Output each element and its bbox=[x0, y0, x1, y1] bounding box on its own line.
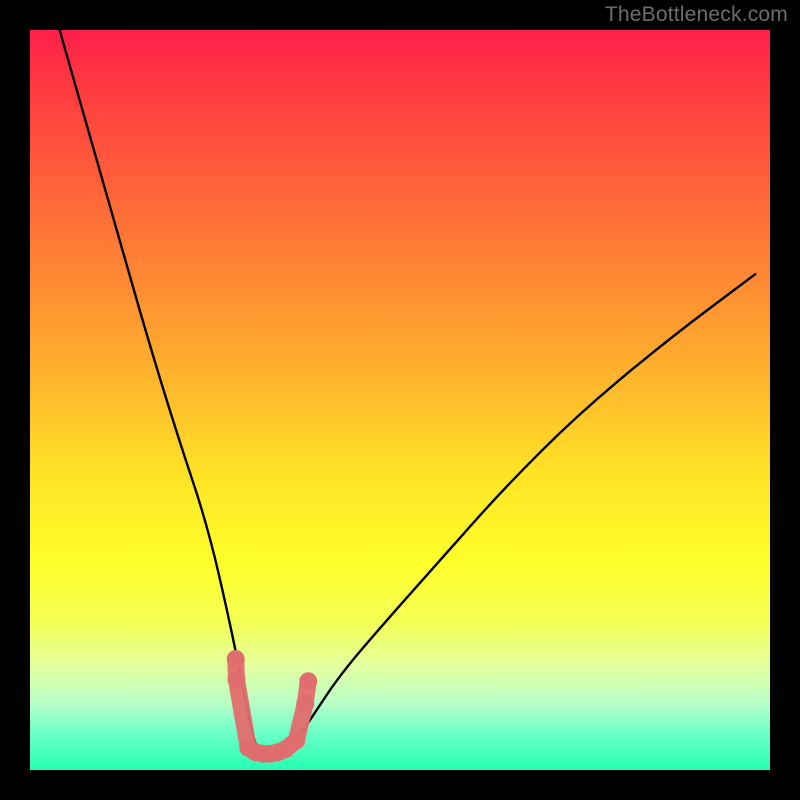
data-point bbox=[227, 671, 245, 689]
data-points-group bbox=[227, 650, 318, 763]
data-point bbox=[287, 731, 305, 749]
bottleneck-curve bbox=[60, 30, 756, 761]
data-point bbox=[299, 672, 317, 690]
plot-area bbox=[30, 30, 770, 770]
curve-layer bbox=[30, 30, 770, 770]
data-point bbox=[296, 694, 314, 712]
watermark-text: TheBottleneck.com bbox=[605, 3, 788, 27]
data-point bbox=[227, 650, 245, 668]
chart-frame: TheBottleneck.com bbox=[0, 0, 800, 800]
